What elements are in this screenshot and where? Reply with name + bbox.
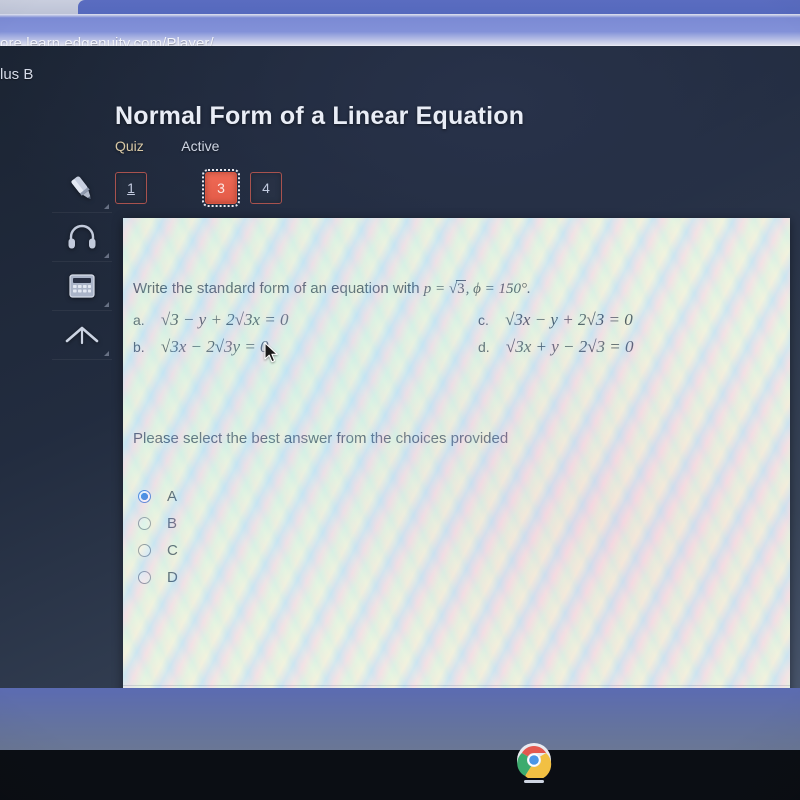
tab-quiz[interactable]: Quiz xyxy=(115,138,144,154)
answer-c-label: C xyxy=(167,542,178,559)
radio-c[interactable] xyxy=(138,544,151,557)
choice-a: a. √3 − y + 2√3x = 0 xyxy=(133,310,289,330)
question-number-3-label: 3 xyxy=(217,180,225,196)
choice-a-label: a. xyxy=(133,312,145,328)
collapse-up-icon xyxy=(64,323,100,347)
headphones-icon xyxy=(67,224,97,250)
calculator-icon xyxy=(68,273,96,299)
browser-tab[interactable] xyxy=(78,0,800,14)
choice-list: a. √3 − y + 2√3x = 0 b. √3x − 2√3y = 0 c… xyxy=(133,310,778,364)
question-number-4-label: 4 xyxy=(262,180,270,196)
choice-d: d. √3x + y − 2√3 = 0 xyxy=(478,337,634,357)
answer-option-a[interactable]: A xyxy=(138,483,178,510)
tool-collapse[interactable] xyxy=(52,311,112,360)
page-title: Normal Form of a Linear Equation xyxy=(115,102,525,130)
tab-active: Active xyxy=(181,138,220,154)
question-stem-math: p = √3, ϕ = 150°. xyxy=(423,280,531,297)
choice-b: b. √3x − 2√3y = 0 xyxy=(133,337,269,357)
question-number-3[interactable]: 3 xyxy=(202,169,240,207)
tool-rail xyxy=(52,164,112,360)
lesson-tabs: Quiz Active xyxy=(115,138,219,158)
dock-bar xyxy=(0,750,800,800)
tool-calculator[interactable] xyxy=(52,262,112,311)
lms-page: lus B Normal Form of a Linear Equation Q… xyxy=(0,46,800,750)
browser-tabstrip xyxy=(0,0,800,14)
choice-a-equation: √3 − y + 2√3x = 0 xyxy=(160,310,289,329)
choice-b-equation: √3x − 2√3y = 0 xyxy=(160,337,269,356)
choice-c: c. √3x − y + 2√3 = 0 xyxy=(478,310,633,330)
answer-d-label: D xyxy=(167,569,178,586)
answer-a-label: A xyxy=(167,488,178,505)
radio-a[interactable] xyxy=(138,490,151,503)
question-stem: Write the standard form of an equation w… xyxy=(133,280,773,299)
dock-running-indicator xyxy=(524,780,544,783)
question-panel: Write the standard form of an equation w… xyxy=(123,218,790,734)
desktop-wallpaper xyxy=(0,688,800,750)
question-stem-text: Write the standard form of an equation w… xyxy=(133,280,420,297)
choice-c-equation: √3x − y + 2√3 = 0 xyxy=(505,310,633,329)
answer-option-b[interactable]: B xyxy=(138,510,178,537)
choice-d-label: d. xyxy=(478,339,490,355)
question-number-4[interactable]: 4 xyxy=(250,172,282,204)
tool-highlighter[interactable] xyxy=(52,164,112,213)
answer-option-c[interactable]: C xyxy=(138,537,178,564)
chrome-icon[interactable] xyxy=(516,742,552,781)
select-answer-prompt: Please select the best answer from the c… xyxy=(133,430,509,447)
mouse-cursor xyxy=(264,342,280,364)
radio-d[interactable] xyxy=(138,571,151,584)
course-name: lus B xyxy=(0,66,34,83)
tool-read-aloud[interactable] xyxy=(52,213,112,262)
footer-divider xyxy=(123,685,790,686)
answer-radio-group: A B C D xyxy=(138,483,178,591)
browser-address-bar[interactable]: ore.learn.edgenuity.com/Player/ xyxy=(0,14,800,52)
screen-photo: ore.learn.edgenuity.com/Player/ lus B No… xyxy=(0,0,800,800)
question-number-1[interactable]: 1 xyxy=(115,172,147,204)
choice-d-equation: √3x + y − 2√3 = 0 xyxy=(505,337,634,356)
radio-b[interactable] xyxy=(138,517,151,530)
question-number-1-label: 1 xyxy=(127,180,135,196)
answer-option-d[interactable]: D xyxy=(138,564,178,591)
highlighter-icon xyxy=(66,173,98,203)
answer-b-label: B xyxy=(167,515,178,532)
choice-b-label: b. xyxy=(133,339,145,355)
choice-c-label: c. xyxy=(478,312,489,328)
